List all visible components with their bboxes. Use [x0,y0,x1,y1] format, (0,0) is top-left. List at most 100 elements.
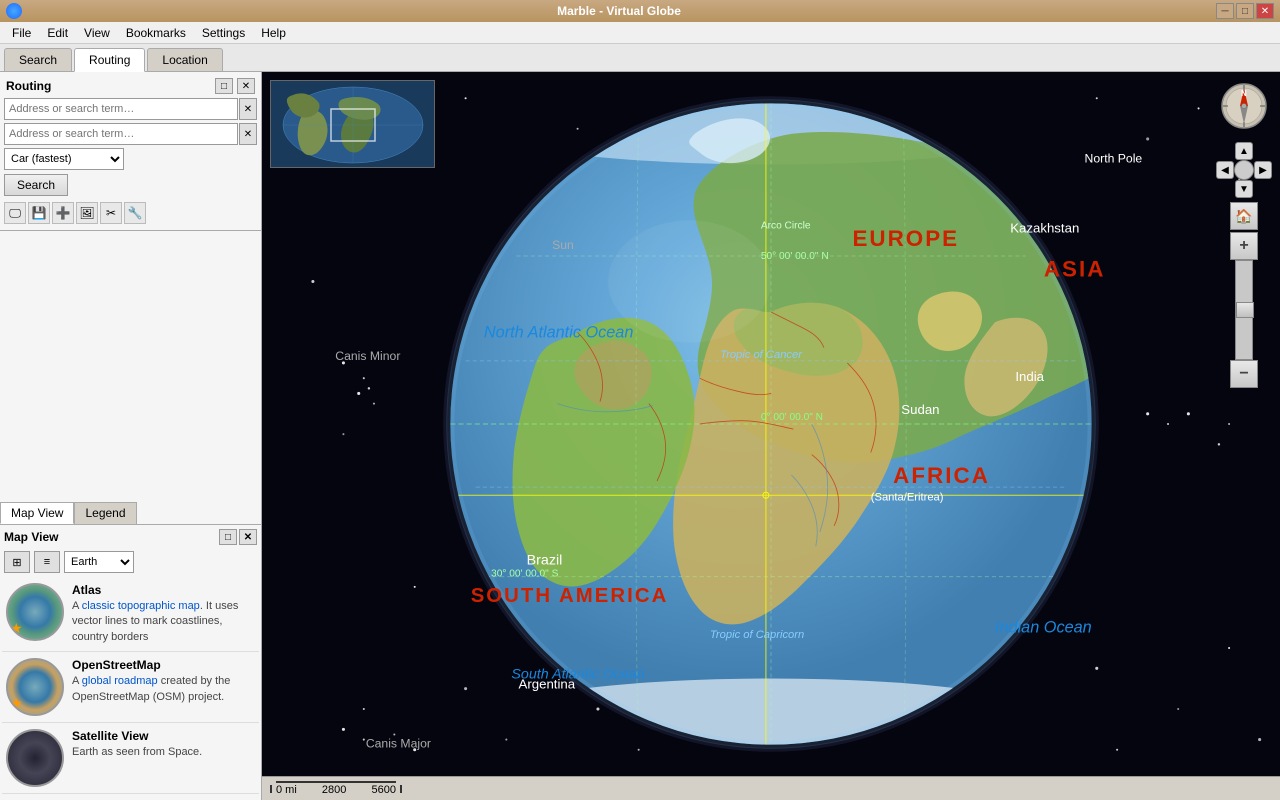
globe-svg: North Pole Arco Circle 50° 00' 00.0" N E… [262,72,1280,776]
menu-file[interactable]: File [4,24,39,42]
zoom-slider[interactable] [1235,260,1253,360]
panel-expand-button[interactable]: □ [215,78,233,94]
window-title: Marble - Virtual Globe [22,4,1216,18]
menu-settings[interactable]: Settings [194,24,253,42]
grid-view-button[interactable]: ⊞ [4,551,30,573]
pan-left-button[interactable]: ◀ [1216,161,1234,179]
routing-search-button[interactable]: Search [4,174,68,196]
settings-button[interactable]: 🔧 [124,202,146,224]
svg-text:Sudan: Sudan [901,402,939,417]
zoom-slider-thumb[interactable] [1236,302,1254,318]
atlas-link[interactable]: classic topographic map [82,600,200,612]
tab-routing[interactable]: Routing [74,48,145,72]
svg-text:Canis Minor: Canis Minor [335,349,400,363]
from-row: ✕ [4,98,257,120]
from-input[interactable] [4,98,238,120]
svg-text:0° 00' 00.0" N: 0° 00' 00.0" N [761,412,823,423]
list-view-button[interactable]: ≡ [34,551,60,573]
compass-svg: N [1220,82,1268,130]
home-button[interactable]: 🏠 [1230,202,1258,230]
tab-location[interactable]: Location [147,48,222,71]
pan-center [1234,160,1254,180]
globe-select[interactable]: Earth Moon Mars [64,551,134,573]
svg-text:Arco Circle: Arco Circle [761,221,811,232]
svg-text:50° 00' 00.0" N: 50° 00' 00.0" N [761,251,829,262]
svg-text:Brazil: Brazil [527,552,563,568]
main-layout: Routing □ ✕ ✕ ✕ Car (fastest) Car (short… [0,72,1280,800]
atlas-info: Atlas A classic topographic map. It uses… [72,583,255,645]
to-clear-button[interactable]: ✕ [239,123,257,145]
tab-search[interactable]: Search [4,48,72,71]
route-results-area [0,231,261,502]
satellite-description: Earth as seen from Space. [72,745,255,760]
tab-map-view[interactable]: Map View [0,502,74,524]
close-button[interactable]: ✕ [1256,3,1274,19]
pan-right-button[interactable]: ▶ [1254,161,1272,179]
pan-up-button[interactable]: ▲ [1235,142,1253,160]
sidebar: Routing □ ✕ ✕ ✕ Car (fastest) Car (short… [0,72,262,800]
mapview-expand-button[interactable]: □ [219,529,237,545]
scale-line-left [270,785,272,793]
pan-down-button[interactable]: ▼ [1235,180,1253,198]
menu-edit[interactable]: Edit [39,24,76,42]
tab-legend[interactable]: Legend [74,502,136,524]
bottom-tabs: Map View Legend [0,502,261,525]
osm-link[interactable]: global roadmap [82,675,158,687]
scale-top-line [276,781,396,783]
svg-text:Canis Major: Canis Major [366,737,431,751]
image-button[interactable]: 🖼 [76,202,98,224]
svg-text:Tropic of Cancer: Tropic of Cancer [720,349,803,361]
zoom-out-button[interactable]: − [1230,360,1258,388]
toolbar-row: 🖵 💾 ➕ 🖼 ✂ 🔧 [4,200,257,226]
svg-text:N: N [1241,89,1247,98]
scale-label-mid: 2800 [322,784,346,796]
mapview-close-button[interactable]: ✕ [239,529,257,545]
osm-star-badge: ★ [10,695,23,712]
maximize-button[interactable]: □ [1236,3,1254,19]
svg-text:Kazakhstan: Kazakhstan [1010,221,1079,236]
transport-row: Car (fastest) Car (shortest) Bicycle Wal… [4,148,257,170]
save-button[interactable]: 💾 [28,202,50,224]
mini-map[interactable] [270,80,435,168]
svg-text:India: India [1015,369,1044,384]
menubar: File Edit View Bookmarks Settings Help [0,22,1280,44]
menu-bookmarks[interactable]: Bookmarks [118,24,194,42]
routing-panel-title: Routing [6,79,51,93]
svg-text:North Pole: North Pole [1085,151,1143,165]
transport-select[interactable]: Car (fastest) Car (shortest) Bicycle Wal… [4,148,124,170]
atlas-description: A classic topographic map. It uses vecto… [72,599,255,645]
svg-text:Sun: Sun [552,238,574,252]
zoom-in-button[interactable]: + [1230,232,1258,260]
svg-text:EUROPE: EUROPE [852,226,959,251]
osm-thumbnail: ★ [6,658,64,716]
scale-bar: 0 mi 2800 5600 [270,781,402,796]
open-button[interactable]: 🖵 [4,202,26,224]
from-clear-button[interactable]: ✕ [239,98,257,120]
map-area[interactable]: North Pole Arco Circle 50° 00' 00.0" N E… [262,72,1280,800]
menu-view[interactable]: View [76,24,118,42]
to-row: ✕ [4,123,257,145]
scale-line-right [400,785,402,793]
compass[interactable]: N [1220,82,1268,130]
mapview-panel-controls: □ ✕ [219,529,257,545]
to-input[interactable] [4,123,238,145]
minimize-button[interactable]: ─ [1216,3,1234,19]
routing-header: Routing □ ✕ [4,76,257,98]
map-item-osm[interactable]: ★ OpenStreetMap A global roadmap created… [2,652,259,723]
add-waypoint-button[interactable]: ➕ [52,202,74,224]
panel-close-button[interactable]: ✕ [237,78,255,94]
titlebar: Marble - Virtual Globe ─ □ ✕ [0,0,1280,22]
atlas-thumbnail: ★ [6,583,64,641]
svg-text:SOUTH AMERICA: SOUTH AMERICA [471,585,669,607]
svg-text:AFRICA: AFRICA [893,463,990,488]
osm-description: A global roadmap created by the OpenStre… [72,674,255,705]
routing-panel: Routing □ ✕ ✕ ✕ Car (fastest) Car (short… [0,72,261,231]
menu-help[interactable]: Help [253,24,294,42]
map-item-satellite[interactable]: Satellite View Earth as seen from Space. [2,723,259,794]
mini-map-svg [271,81,435,168]
map-item-atlas[interactable]: ★ Atlas A classic topographic map. It us… [2,577,259,652]
remove-button[interactable]: ✂ [100,202,122,224]
osm-info: OpenStreetMap A global roadmap created b… [72,658,255,716]
svg-text:Tropic of Capricorn: Tropic of Capricorn [710,629,804,641]
globe-container: North Pole Arco Circle 50° 00' 00.0" N E… [262,72,1280,776]
